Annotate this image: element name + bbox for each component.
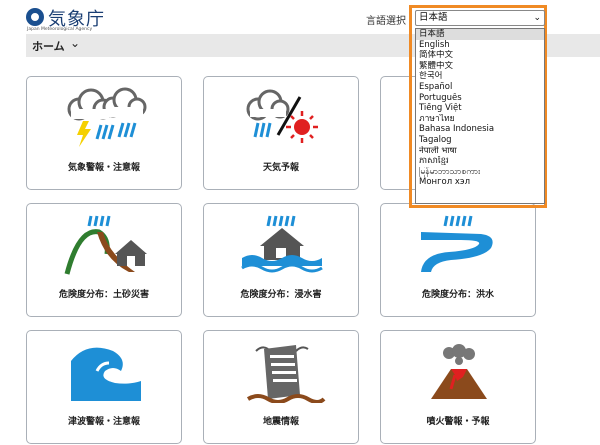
language-select[interactable]: 日本語 ⌄ — [415, 10, 545, 26]
card-volcano-warnings[interactable]: 噴火警報・予報 — [380, 330, 536, 444]
language-option[interactable]: नेपाली भाषा — [416, 146, 544, 157]
rain-sun-icon — [246, 89, 318, 143]
language-label: 言語選択 — [366, 16, 406, 27]
language-option[interactable]: Монгол хэл — [416, 177, 544, 188]
card-weather-warnings[interactable]: 気象警報・注意報 — [26, 76, 182, 190]
card-label: 津波警報・注意報 — [67, 417, 140, 427]
language-option[interactable]: 한국어 — [416, 71, 544, 82]
earthquake-building-icon — [246, 345, 326, 403]
card-label: 危険度分布：浸水害 — [240, 290, 322, 300]
card-landslide-risk[interactable]: 危険度分布：土砂災害 — [26, 203, 182, 317]
landslide-icon — [64, 215, 147, 275]
language-option[interactable]: Português — [416, 93, 544, 104]
nav-home-link[interactable]: ホーム — [32, 38, 65, 54]
jma-emblem-icon — [26, 8, 44, 26]
card-label: 危険度分布：洪水 — [421, 290, 494, 300]
card-tsunami-warnings[interactable]: 津波警報・注意報 — [26, 330, 182, 444]
language-option[interactable]: ภาษาไทย — [416, 114, 544, 125]
chevron-down-icon[interactable]: ⌄ — [70, 36, 80, 50]
language-option[interactable]: 日本語 — [416, 29, 544, 40]
language-option[interactable]: မြန်မာဘာသာစကား — [416, 167, 544, 178]
logo-subtitle: Japan Meteorological Agency — [27, 27, 93, 32]
flooded-house-icon — [241, 215, 323, 273]
chevron-down-icon: ⌄ — [533, 13, 541, 23]
card-label: 気象警報・注意報 — [67, 163, 140, 173]
card-flood-risk[interactable]: 危険度分布：洪水 — [380, 203, 536, 317]
language-option[interactable]: Bahasa Indonesia — [416, 124, 544, 135]
language-option[interactable]: Español — [416, 82, 544, 93]
card-label: 天気予報 — [262, 163, 299, 173]
storm-cloud-icon — [67, 87, 147, 147]
language-option[interactable]: ភាសាខ្មែរ — [416, 156, 544, 167]
language-option[interactable]: 繁體中文 — [416, 61, 544, 72]
language-option[interactable]: Tagalog — [416, 135, 544, 146]
language-select-value: 日本語 — [419, 12, 448, 23]
language-option-list: 日本語 English 简体中文 繁體中文 한국어 Español Portug… — [415, 28, 545, 204]
tsunami-wave-icon — [71, 347, 141, 401]
card-weather-forecast[interactable]: 天気予報 — [203, 76, 359, 190]
card-inundation-risk[interactable]: 危険度分布：浸水害 — [203, 203, 359, 317]
language-option[interactable]: Tiếng Việt — [416, 103, 544, 114]
language-option[interactable]: 简体中文 — [416, 50, 544, 61]
card-label: 危険度分布：土砂災害 — [58, 290, 149, 300]
jma-logo[interactable]: 気象庁 Japan Meteorological Agency — [26, 6, 136, 32]
river-flood-icon — [421, 215, 493, 272]
card-label: 噴火警報・予報 — [426, 417, 490, 427]
volcano-icon — [431, 344, 487, 399]
card-earthquake-info[interactable]: 地震情報 — [203, 330, 359, 444]
card-label: 地震情報 — [262, 417, 299, 427]
language-option[interactable]: English — [416, 40, 544, 51]
